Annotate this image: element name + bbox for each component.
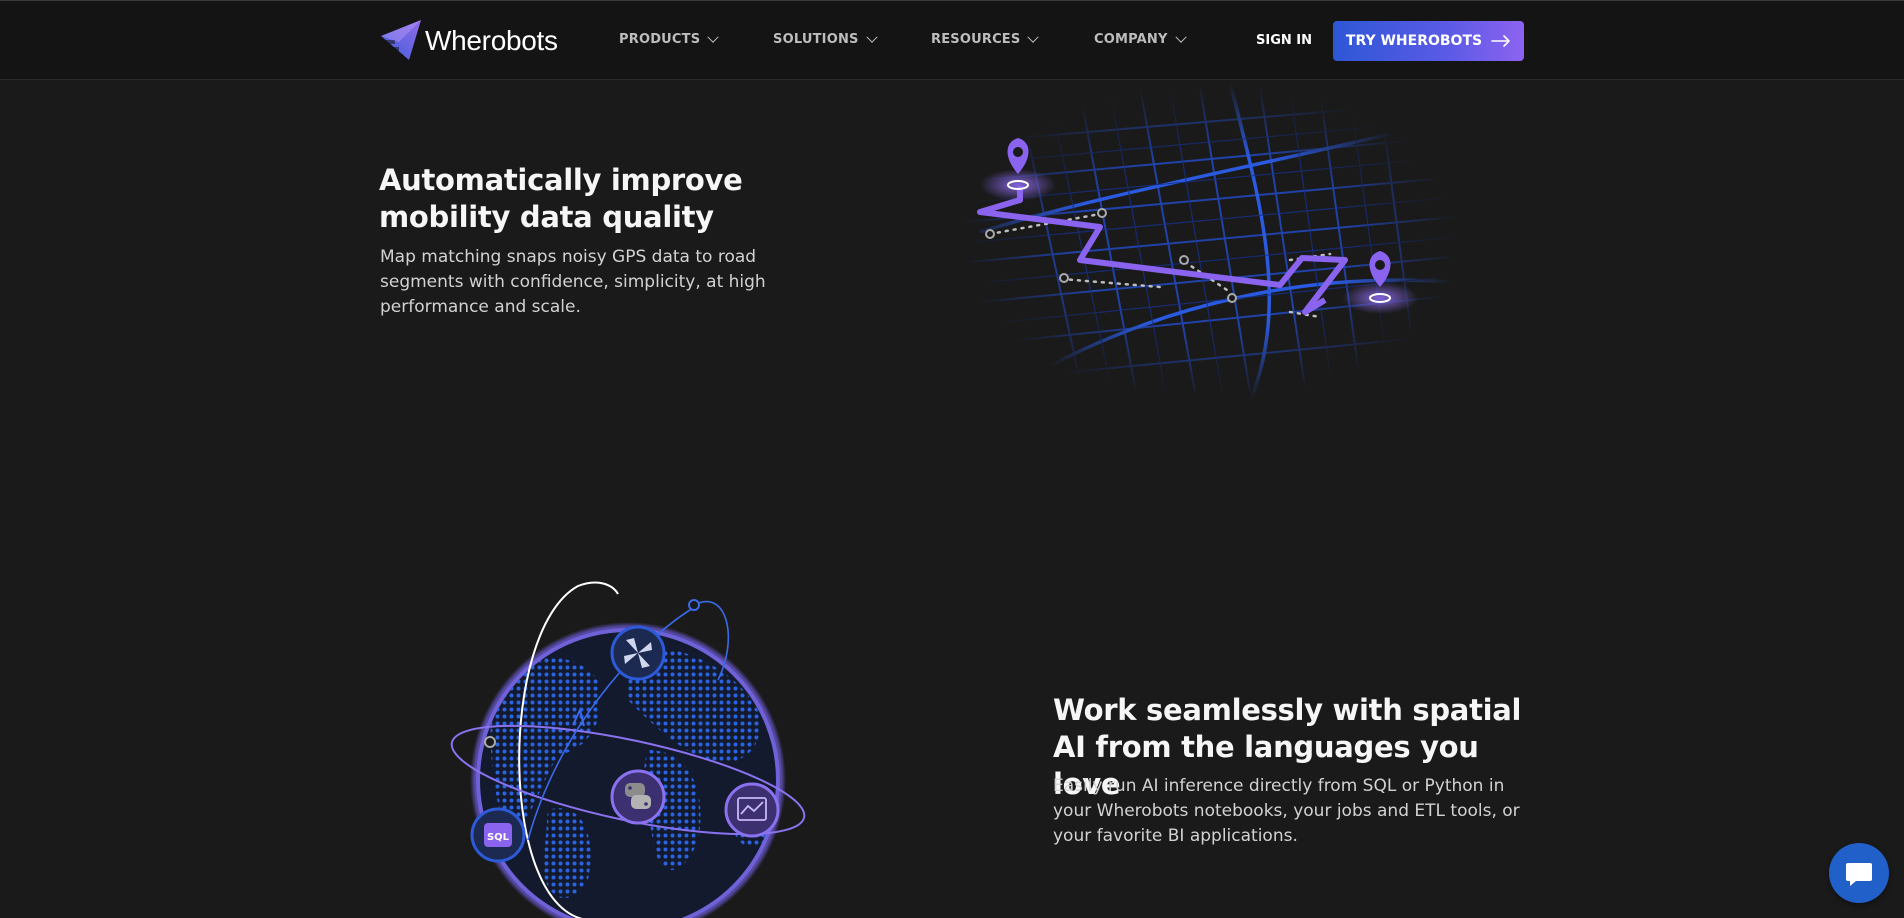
nav-products-label: PRODUCTS <box>619 32 701 47</box>
wherobots-logo[interactable]: Wherobots <box>379 20 558 62</box>
chat-bubble-icon <box>1846 863 1872 886</box>
map-route-icon <box>960 82 1460 402</box>
mobility-description: Map matching snaps noisy GPS data to roa… <box>380 247 766 317</box>
top-navigation: Wherobots PRODUCTS SOLUTIONS RESOURCES C… <box>0 0 1904 80</box>
nav-resources[interactable]: RESOURCES <box>931 31 1040 47</box>
chevron-down-icon <box>1027 31 1040 43</box>
globe-integrations-icon: SQL <box>450 581 806 918</box>
chat-widget-button[interactable] <box>1829 843 1889 903</box>
chart-badge-icon <box>724 782 780 838</box>
nav-solutions-label: SOLUTIONS <box>773 32 859 47</box>
try-wherobots-button[interactable]: TRY WHEROBOTS <box>1333 21 1524 61</box>
nav-company-label: COMPANY <box>1094 32 1168 47</box>
airflow-badge-icon <box>610 625 666 681</box>
arrow-right-icon <box>1491 35 1510 47</box>
spatial-ai-description: Easily run AI inference directly from SQ… <box>1053 776 1520 846</box>
nav-company[interactable]: COMPANY <box>1094 31 1187 47</box>
try-wherobots-label: TRY WHEROBOTS <box>1345 33 1483 49</box>
nav-resources-label: RESOURCES <box>931 32 1021 47</box>
sign-in-link[interactable]: SIGN IN <box>1256 33 1312 48</box>
wherobots-logo-icon <box>381 20 421 60</box>
nav-products[interactable]: PRODUCTS <box>619 31 719 47</box>
mobility-heading: Automatically improve mobility data qual… <box>379 163 743 234</box>
python-badge-icon <box>610 769 666 825</box>
sql-badge-label: SQL <box>487 832 510 843</box>
nav-solutions[interactable]: SOLUTIONS <box>773 31 878 47</box>
sql-badge-icon: SQL <box>470 807 526 863</box>
chevron-down-icon <box>707 31 719 43</box>
chevron-down-icon <box>865 31 878 43</box>
chevron-down-icon <box>1174 31 1187 43</box>
brand-name: Wherobots <box>425 25 558 56</box>
